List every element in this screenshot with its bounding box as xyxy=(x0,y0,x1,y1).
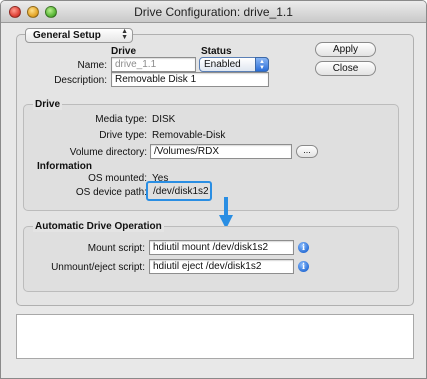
apply-button[interactable]: Apply xyxy=(315,42,376,57)
status-select[interactable]: Enabled ▲ ▼ xyxy=(199,57,269,72)
os-mounted-label: OS mounted: xyxy=(88,173,147,184)
drive-group-title: Drive xyxy=(33,99,63,110)
description-field[interactable]: Removable Disk 1 xyxy=(111,72,269,87)
drive-column-header: Drive xyxy=(111,46,137,57)
close-button[interactable]: Close xyxy=(315,61,376,76)
status-column-header: Status xyxy=(201,46,232,57)
drive-type-value: Removable-Disk xyxy=(152,130,226,141)
mount-script-field[interactable]: hdiutil mount /dev/disk1s2 xyxy=(149,240,294,255)
drive-type-label: Drive type: xyxy=(99,130,147,141)
name-label: Name: xyxy=(77,60,107,71)
drive-configuration-window: Drive Configuration: drive_1.1 General S… xyxy=(0,0,427,379)
section-popup-value: General Setup xyxy=(33,30,101,41)
volume-directory-label: Volume directory: xyxy=(69,147,147,158)
information-subtitle: Information xyxy=(37,161,92,172)
unmount-script-field[interactable]: hdiutil eject /dev/disk1s2 xyxy=(149,259,294,274)
unmount-script-label: Unmount/eject script: xyxy=(51,262,145,273)
media-type-label: Media type: xyxy=(95,114,147,125)
volume-directory-field[interactable]: /Volumes/RDX xyxy=(150,144,292,159)
window-title: Drive Configuration: drive_1.1 xyxy=(134,5,293,19)
unmount-info-icon[interactable]: i xyxy=(298,261,309,272)
browse-button[interactable]: ... xyxy=(296,145,318,158)
device-path-highlight xyxy=(146,181,212,201)
media-type-value: DISK xyxy=(152,114,176,125)
automatic-drive-operation-title: Automatic Drive Operation xyxy=(33,221,164,232)
description-label: Description: xyxy=(54,75,107,86)
os-device-path-label: OS device path: xyxy=(75,187,147,198)
mount-info-icon[interactable]: i xyxy=(298,242,309,253)
popup-arrows-icon: ▲ ▼ xyxy=(121,28,128,41)
mount-script-label: Mount script: xyxy=(87,243,145,254)
title-bar[interactable]: Drive Configuration: drive_1.1 xyxy=(1,1,426,23)
name-field[interactable]: drive_1.1 xyxy=(111,57,196,72)
status-select-value: Enabled xyxy=(204,59,241,70)
section-popup[interactable]: General Setup ▲ ▼ xyxy=(25,28,133,43)
log-area[interactable] xyxy=(16,314,414,359)
select-arrows-icon: ▲ ▼ xyxy=(255,57,269,72)
